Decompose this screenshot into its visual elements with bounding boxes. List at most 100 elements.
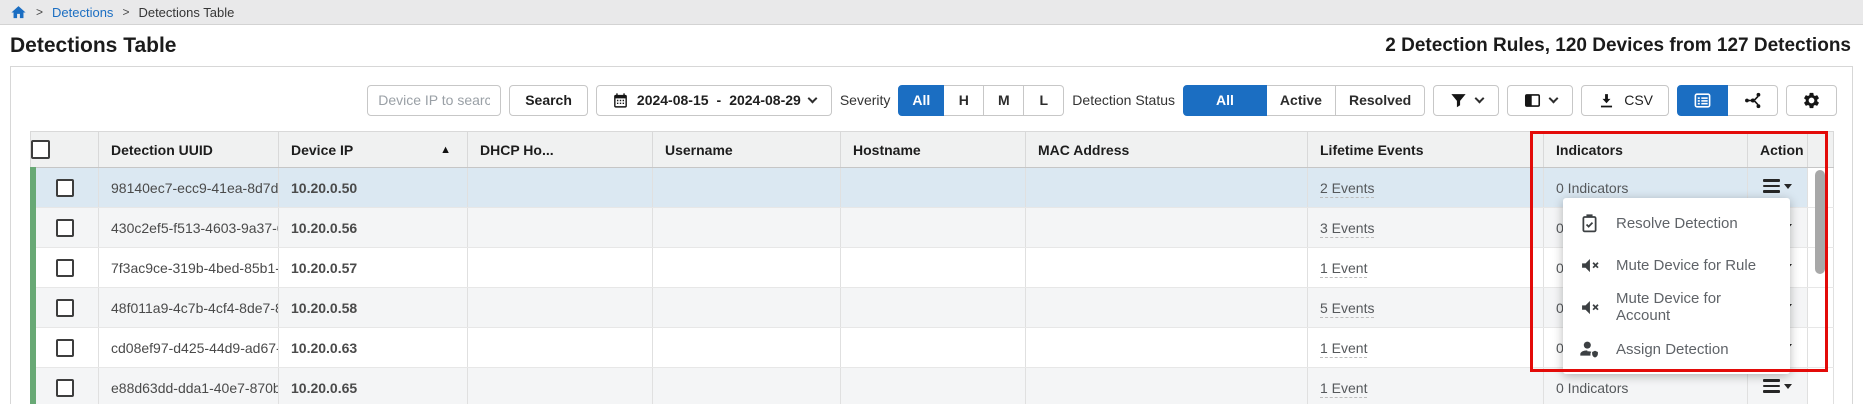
username-cell bbox=[653, 208, 841, 248]
vertical-scrollbar[interactable] bbox=[1815, 170, 1825, 274]
hamburger-menu-icon bbox=[1763, 177, 1780, 196]
search-button[interactable]: Search bbox=[509, 85, 588, 116]
hostname-cell bbox=[841, 248, 1026, 288]
col-header-mac-address[interactable]: MAC Address bbox=[1026, 132, 1308, 168]
lifetime-events-cell: 3 Events bbox=[1308, 208, 1544, 248]
row-checkbox[interactable] bbox=[31, 248, 99, 288]
row-checkbox[interactable] bbox=[31, 328, 99, 368]
view-toggle bbox=[1677, 85, 1778, 116]
mac-address-cell bbox=[1026, 208, 1308, 248]
col-header-hostname[interactable]: Hostname bbox=[841, 132, 1026, 168]
dhcp-host-cell bbox=[468, 248, 653, 288]
mute-device-icon bbox=[1579, 297, 1600, 318]
action-dropdown-menu: Resolve Detection Mute Device for Rule M… bbox=[1563, 198, 1790, 374]
device-ip-cell: 10.20.0.58 bbox=[279, 288, 468, 328]
chevron-down-icon bbox=[807, 94, 817, 104]
home-icon[interactable] bbox=[10, 4, 27, 21]
detection-uuid-cell[interactable]: cd08ef97-d425-44d9-ad67-... bbox=[99, 328, 279, 368]
status-active-button[interactable]: Active bbox=[1267, 85, 1336, 116]
date-range-separator: - bbox=[717, 92, 722, 108]
row-checkbox[interactable] bbox=[31, 368, 99, 404]
breadcrumb-current: Detections Table bbox=[138, 5, 234, 20]
status-resolved-button[interactable]: Resolved bbox=[1336, 85, 1425, 116]
col-header-lifetime-events[interactable]: Lifetime Events bbox=[1308, 132, 1544, 168]
table-view-button[interactable] bbox=[1677, 85, 1728, 116]
detection-status-filter: All Active Resolved bbox=[1183, 85, 1425, 116]
chevron-down-icon bbox=[1549, 94, 1559, 104]
resolve-detection-icon bbox=[1579, 213, 1600, 234]
chevron-down-icon bbox=[1475, 94, 1485, 104]
severity-low-button[interactable]: L bbox=[1024, 85, 1064, 116]
settings-button[interactable] bbox=[1786, 85, 1837, 116]
csv-export-button[interactable]: CSV bbox=[1581, 85, 1669, 116]
table-view-icon bbox=[1693, 91, 1712, 110]
row-checkbox[interactable] bbox=[31, 208, 99, 248]
graph-view-button[interactable] bbox=[1728, 85, 1778, 116]
breadcrumb-link-detections[interactable]: Detections bbox=[52, 5, 113, 20]
events-link[interactable]: 2 Events bbox=[1320, 180, 1374, 198]
detection-uuid-cell[interactable]: 430c2ef5-f513-4603-9a37-6... bbox=[99, 208, 279, 248]
mac-address-cell bbox=[1026, 288, 1308, 328]
scrollbar-gutter bbox=[1808, 132, 1834, 168]
page-header: Detections Table 2 Detection Rules, 120 … bbox=[0, 25, 1863, 66]
severity-strip bbox=[30, 167, 36, 404]
dhcp-host-cell bbox=[468, 328, 653, 368]
graph-view-icon bbox=[1743, 91, 1762, 110]
events-link[interactable]: 5 Events bbox=[1320, 300, 1374, 318]
table-toolbar: Search 2024-08-15 - 2024-08-29 Severity … bbox=[367, 84, 1837, 116]
detection-status-label: Detection Status bbox=[1072, 92, 1175, 108]
select-all-checkbox[interactable] bbox=[31, 132, 99, 168]
menu-item-resolve-detection[interactable]: Resolve Detection bbox=[1563, 202, 1790, 244]
lifetime-events-cell: 1 Event bbox=[1308, 368, 1544, 404]
events-link[interactable]: 3 Events bbox=[1320, 220, 1374, 238]
username-cell bbox=[653, 328, 841, 368]
menu-item-mute-device-rule[interactable]: Mute Device for Rule bbox=[1563, 244, 1790, 286]
dhcp-host-cell bbox=[468, 368, 653, 404]
row-checkbox[interactable] bbox=[31, 288, 99, 328]
col-header-username[interactable]: Username bbox=[653, 132, 841, 168]
col-header-dhcp-host[interactable]: DHCP Ho... bbox=[468, 132, 653, 168]
detection-uuid-cell[interactable]: 7f3ac9ce-319b-4bed-85b1-c... bbox=[99, 248, 279, 288]
settings-gear-icon bbox=[1802, 91, 1821, 110]
detections-summary: 2 Detection Rules, 120 Devices from 127 … bbox=[1385, 35, 1851, 57]
date-range-start: 2024-08-15 bbox=[637, 92, 709, 108]
mac-address-cell bbox=[1026, 368, 1308, 404]
device-ip-cell: 10.20.0.57 bbox=[279, 248, 468, 288]
detection-uuid-cell[interactable]: e88d63dd-dda1-40e7-870b-... bbox=[99, 368, 279, 404]
col-header-detection-uuid[interactable]: Detection UUID bbox=[99, 132, 279, 168]
severity-high-button[interactable]: H bbox=[944, 85, 984, 116]
events-link[interactable]: 1 Event bbox=[1320, 380, 1367, 398]
menu-item-assign-detection[interactable]: Assign Detection bbox=[1563, 328, 1790, 370]
lifetime-events-cell: 1 Event bbox=[1308, 248, 1544, 288]
column-picker-button[interactable] bbox=[1507, 85, 1573, 116]
device-ip-cell: 10.20.0.56 bbox=[279, 208, 468, 248]
caret-down-icon bbox=[1784, 184, 1792, 189]
dhcp-host-cell bbox=[468, 288, 653, 328]
col-header-indicators[interactable]: Indicators bbox=[1544, 132, 1748, 168]
events-link[interactable]: 1 Event bbox=[1320, 260, 1367, 278]
status-all-button[interactable]: All bbox=[1183, 85, 1267, 116]
detection-uuid-cell[interactable]: 48f011a9-4c7b-4cf4-8de7-8... bbox=[99, 288, 279, 328]
username-cell bbox=[653, 248, 841, 288]
events-link[interactable]: 1 Event bbox=[1320, 340, 1367, 358]
severity-label: Severity bbox=[840, 92, 891, 108]
mac-address-cell bbox=[1026, 328, 1308, 368]
col-header-action: Action bbox=[1748, 132, 1808, 168]
row-checkbox[interactable] bbox=[31, 168, 99, 208]
hostname-cell bbox=[841, 168, 1026, 208]
breadcrumb: > Detections > Detections Table bbox=[0, 0, 1863, 25]
severity-all-button[interactable]: All bbox=[898, 85, 944, 116]
search-input[interactable] bbox=[367, 85, 501, 116]
hostname-cell bbox=[841, 288, 1026, 328]
sort-asc-icon[interactable]: ▲ bbox=[440, 144, 451, 156]
calendar-icon bbox=[612, 92, 629, 109]
date-range-button[interactable]: 2024-08-15 - 2024-08-29 bbox=[596, 85, 832, 116]
hamburger-menu-icon bbox=[1763, 377, 1780, 396]
menu-item-mute-device-account[interactable]: Mute Device for Account bbox=[1563, 286, 1790, 328]
filter-button[interactable] bbox=[1433, 85, 1499, 116]
detection-uuid-cell[interactable]: 98140ec7-ecc9-41ea-8d7d-... bbox=[99, 168, 279, 208]
mute-device-icon bbox=[1579, 255, 1600, 276]
col-header-device-ip[interactable]: Device IP ▲ bbox=[279, 132, 468, 168]
severity-medium-button[interactable]: M bbox=[984, 85, 1024, 116]
dhcp-host-cell bbox=[468, 168, 653, 208]
